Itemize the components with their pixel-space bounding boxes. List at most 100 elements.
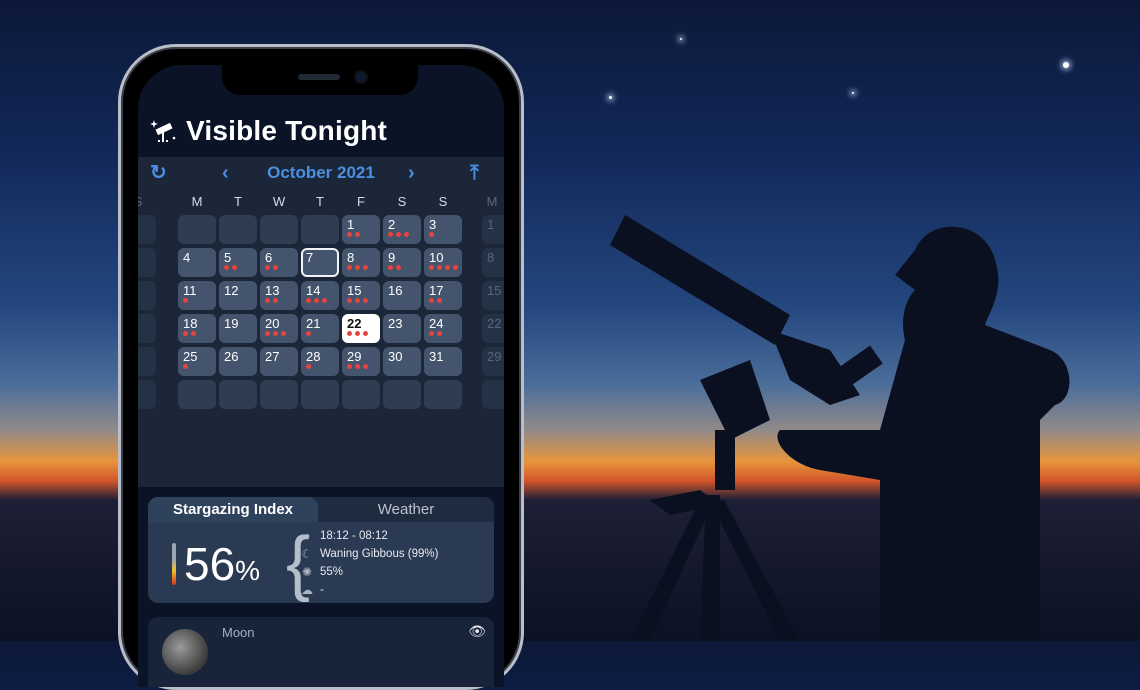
eye-icon[interactable]: 👁	[468, 623, 486, 640]
calendar-day-prev-week[interactable]	[138, 215, 156, 244]
calendar-day-next-week[interactable]: 1	[482, 215, 504, 244]
tab-weather[interactable]: Weather	[318, 497, 494, 522]
calendar-day[interactable]: 16	[383, 281, 421, 310]
calendar-day[interactable]: 13	[260, 281, 298, 310]
event-dot	[437, 265, 442, 270]
calendar-day-prev-week[interactable]	[138, 281, 156, 310]
day-number: 15	[487, 283, 502, 298]
calendar-day-empty	[260, 215, 298, 244]
day-number: 21	[306, 316, 321, 331]
event-dots	[388, 265, 401, 270]
weekday-label: S	[438, 194, 448, 209]
calendar-day[interactable]: 20	[260, 314, 298, 343]
weekday-label: M	[191, 194, 203, 209]
event-dots	[429, 265, 458, 270]
event-dots	[429, 232, 434, 237]
day-number: 26	[224, 349, 239, 364]
calendar-day[interactable]: 25	[178, 347, 216, 376]
event-dot	[388, 265, 393, 270]
weekday-label: S	[397, 194, 407, 209]
index-unit: %	[235, 555, 261, 586]
calendar-nav: ↻ ‹ October 2021 › ⤒	[138, 157, 504, 189]
calendar-day[interactable]: 8	[342, 248, 380, 277]
weekday-label: W	[272, 194, 286, 209]
day-number: 11	[183, 283, 197, 298]
object-card-moon[interactable]: Moon 👁	[148, 617, 494, 687]
calendar-day-empty	[342, 380, 380, 409]
calendar-day[interactable]: 29	[342, 347, 380, 376]
calendar-day[interactable]: 27	[260, 347, 298, 376]
day-number: 27	[265, 349, 280, 364]
event-dots	[183, 298, 188, 303]
calendar-day[interactable]: 15	[342, 281, 380, 310]
index-gauge-bar	[172, 543, 176, 585]
calendar-day[interactable]: 7	[301, 248, 339, 277]
calendar-day-prev-week[interactable]	[138, 347, 156, 376]
event-dot	[183, 331, 188, 336]
front-camera	[356, 72, 366, 82]
day-number: 8	[487, 250, 495, 265]
event-dot	[265, 265, 270, 270]
calendar-day[interactable]: 9	[383, 248, 421, 277]
day-number: 1	[487, 217, 495, 232]
calendar-day-prev-week[interactable]	[138, 248, 156, 277]
weekday-label: T	[316, 194, 324, 209]
calendar-day-next-week[interactable]: 8	[482, 248, 504, 277]
calendar-day[interactable]: 1	[342, 215, 380, 244]
calendar-day[interactable]: 30	[383, 347, 421, 376]
calendar-day[interactable]: 31	[424, 347, 462, 376]
event-dot	[363, 298, 368, 303]
calendar-day-empty	[301, 215, 339, 244]
month-label[interactable]: October 2021	[138, 163, 504, 183]
event-dot	[355, 298, 360, 303]
calendar-day[interactable]: 26	[219, 347, 257, 376]
scroll-to-top-icon[interactable]: ⤒	[470, 163, 479, 183]
event-dot	[363, 331, 368, 336]
calendar-day-prev-week[interactable]	[138, 380, 156, 409]
calendar-day[interactable]: 23	[383, 314, 421, 343]
calendar-day[interactable]: 18	[178, 314, 216, 343]
chevron-right-icon[interactable]: ›	[408, 163, 415, 183]
calendar-day[interactable]: 22	[342, 314, 380, 343]
calendar-day-next-week[interactable]: 22	[482, 314, 504, 343]
day-number: 4	[183, 250, 191, 265]
event-dot	[273, 298, 278, 303]
calendar-day-next-week[interactable]	[482, 380, 504, 409]
tab-stargazing-index[interactable]: Stargazing Index	[148, 497, 318, 522]
event-dots	[347, 298, 368, 303]
event-dot	[232, 265, 237, 270]
calendar-day[interactable]: 5	[219, 248, 257, 277]
event-dots	[224, 265, 237, 270]
stargazing-tabs: Stargazing Index Weather	[148, 497, 494, 522]
day-number: 17	[429, 283, 444, 298]
event-dot	[404, 232, 409, 237]
calendar-day-empty	[383, 380, 421, 409]
calendar-day[interactable]: 24	[424, 314, 462, 343]
event-dot	[347, 298, 352, 303]
calendar-day-empty	[219, 380, 257, 409]
event-dot	[437, 331, 442, 336]
calendar-day[interactable]: 28	[301, 347, 339, 376]
day-number: 30	[388, 349, 403, 364]
calendar-day[interactable]: 14	[301, 281, 339, 310]
calendar-day[interactable]: 10	[424, 248, 462, 277]
day-number: 6	[265, 250, 273, 265]
calendar-day-prev-week[interactable]	[138, 314, 156, 343]
event-dots	[306, 331, 311, 336]
calendar-day-next-week[interactable]: 15	[482, 281, 504, 310]
calendar-day[interactable]: 21	[301, 314, 339, 343]
day-number: 19	[224, 316, 239, 331]
event-dot	[445, 265, 450, 270]
moon-phase-icon: ☾	[301, 547, 313, 561]
calendar-day-next-week[interactable]: 29	[482, 347, 504, 376]
calendar-day[interactable]: 4	[178, 248, 216, 277]
calendar-day[interactable]: 6	[260, 248, 298, 277]
day-number: 1	[347, 217, 355, 232]
calendar-day[interactable]: 11	[178, 281, 216, 310]
calendar-day[interactable]: 17	[424, 281, 462, 310]
calendar-day[interactable]: 19	[219, 314, 257, 343]
metric-text: -	[320, 584, 324, 596]
calendar-day[interactable]: 12	[219, 281, 257, 310]
calendar-day[interactable]: 3	[424, 215, 462, 244]
calendar-day[interactable]: 2	[383, 215, 421, 244]
